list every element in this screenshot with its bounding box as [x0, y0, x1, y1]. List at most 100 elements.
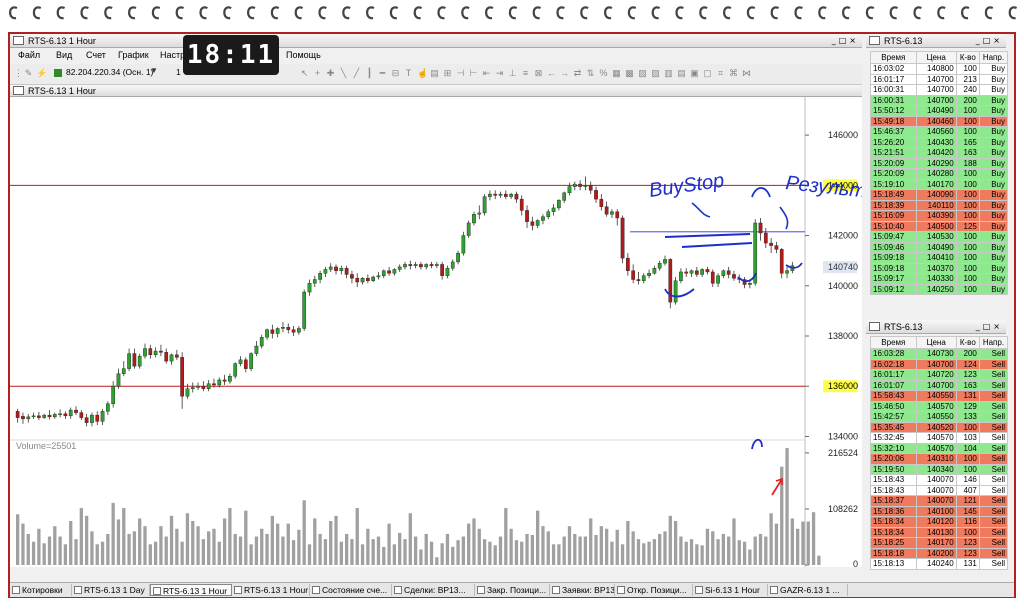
buy-table-row[interactable]: 15:20:09 140290 188 Buy: [870, 157, 1009, 169]
sell-table-row[interactable]: 15:20:06 140310 100 Sell: [870, 453, 1009, 465]
toolbar-tool-icon[interactable]: ≡: [521, 69, 530, 78]
sell-table-row[interactable]: 15:18:37 140070 121 Sell: [870, 495, 1009, 507]
chart-area[interactable]: 1340001360001380001400001420001440001460…: [10, 97, 895, 576]
toolbar-tool-icon[interactable]: ⌗: [716, 69, 725, 78]
toolbar-tool-icon[interactable]: ┃: [365, 69, 374, 78]
buy-table-row[interactable]: 15:49:18 140460 100 Buy: [870, 115, 1009, 127]
buy-table-row[interactable]: 15:46:37 140560 100 Buy: [870, 126, 1009, 138]
taskbar-item[interactable]: RTS-6.13 1 Hour: [150, 584, 232, 596]
buy-table-row[interactable]: 15:26:20 140430 165 Buy: [870, 136, 1009, 148]
menu-file[interactable]: Файл: [18, 50, 40, 60]
toolbar-tool-icon[interactable]: ⌘: [729, 69, 738, 78]
buy-table-row[interactable]: 15:18:39 140110 100 Buy: [870, 199, 1009, 211]
buy-table-controls[interactable]: _□×: [976, 34, 1003, 48]
window-controls[interactable]: _□×: [832, 34, 859, 48]
toolbar-tool-icon[interactable]: ⇥: [495, 69, 504, 78]
sell-table-row[interactable]: 15:18:34 140130 100 Sell: [870, 526, 1009, 538]
toolbar-tool-icon[interactable]: ⇤: [482, 69, 491, 78]
toolbar-tool-icon[interactable]: ⇅: [586, 69, 595, 78]
taskbar-item[interactable]: Откр. Позици...: [615, 584, 693, 596]
buy-table-row[interactable]: 15:19:10 140170 100 Buy: [870, 178, 1009, 190]
menu-help[interactable]: Помощь: [286, 50, 321, 60]
sell-table-row[interactable]: 16:01:17 140720 123 Sell: [870, 369, 1009, 381]
toolbar-tool-icon[interactable]: ⊞: [443, 69, 452, 78]
toolbar-tool-icon[interactable]: ▨: [638, 69, 647, 78]
taskbar-item[interactable]: Si-6.13 1 Hour: [693, 584, 768, 596]
sell-table-row[interactable]: 15:18:43 140070 407 Sell: [870, 484, 1009, 496]
sell-table-row[interactable]: 15:32:10 140570 104 Sell: [870, 442, 1009, 454]
buy-table-row[interactable]: 16:00:31 140700 240 Buy: [870, 84, 1009, 96]
buy-table-col-header[interactable]: Цена: [915, 51, 957, 64]
sell-table-row[interactable]: 15:18:36 140100 145 Sell: [870, 505, 1009, 517]
buy-table-col-header[interactable]: К-во: [955, 51, 980, 64]
toolbar-tool-icon[interactable]: ←: [547, 69, 556, 78]
sell-table-col-header[interactable]: К-во: [955, 336, 980, 349]
sell-table-col-header[interactable]: Цена: [915, 336, 957, 349]
toolbar-tool-icon[interactable]: ▤: [677, 69, 686, 78]
plug-icon[interactable]: ⚡: [36, 69, 47, 78]
sell-table-row[interactable]: 15:35:45 140520 100 Sell: [870, 421, 1009, 433]
buy-table-row[interactable]: 15:09:18 140370 100 Buy: [870, 262, 1009, 274]
toolbar-tool-icon[interactable]: ▦: [612, 69, 621, 78]
toolbar-tool-icon[interactable]: Т: [404, 69, 413, 78]
buy-table-row[interactable]: 15:09:47 140530 100 Buy: [870, 231, 1009, 243]
buy-table-row[interactable]: 15:09:12 140250 100 Buy: [870, 283, 1009, 295]
buy-table-row[interactable]: 15:16:09 140390 100 Buy: [870, 210, 1009, 222]
taskbar-item[interactable]: Котировки: [10, 584, 72, 596]
toolbar-tool-icon[interactable]: ▥: [664, 69, 673, 78]
buy-table-row[interactable]: 15:10:40 140500 125 Buy: [870, 220, 1009, 232]
sell-table-row[interactable]: 15:32:45 140570 103 Sell: [870, 432, 1009, 444]
sell-table-row[interactable]: 15:18:25 140170 123 Sell: [870, 537, 1009, 549]
buy-table-col-header[interactable]: Напр.: [978, 51, 1009, 64]
buy-table-titlebar[interactable]: RTS-6.13 _□×: [866, 34, 1006, 48]
sell-table-controls[interactable]: _□×: [976, 320, 1003, 334]
menu-settings[interactable]: Настр: [160, 50, 185, 60]
toolbar-tool-icon[interactable]: ↖: [300, 69, 309, 78]
toolbar-tool-icon[interactable]: ▤: [430, 69, 439, 78]
toolbar-tool-icon[interactable]: ⊟: [391, 69, 400, 78]
toolbar-tool-icon[interactable]: ⊣: [456, 69, 465, 78]
buy-table-row[interactable]: 16:00:31 140700 200 Buy: [870, 94, 1009, 106]
chart-window-titlebar[interactable]: RTS-6.13 1 Hour: [10, 85, 862, 97]
connect-icon[interactable]: ✎: [24, 69, 33, 78]
toolbar-tool-icon[interactable]: ⋈: [742, 69, 751, 78]
buy-table-row[interactable]: 15:18:49 140090 100 Buy: [870, 189, 1009, 201]
toolbar-tool-icon[interactable]: ⊠: [534, 69, 543, 78]
taskbar-item[interactable]: RTS-6.13 1 Hour: [232, 584, 310, 596]
sell-table-row[interactable]: 15:18:18 140200 123 Sell: [870, 547, 1009, 559]
toolbar-tool-icon[interactable]: +: [313, 69, 322, 78]
toolbar-tool-icon[interactable]: ⊥: [508, 69, 517, 78]
toolbar-tool-icon[interactable]: %: [599, 69, 608, 78]
buy-table-row[interactable]: 15:50:12 140490 100 Buy: [870, 105, 1009, 117]
toolbar-tool-icon[interactable]: ╱: [352, 69, 361, 78]
toolbar-tool-icon[interactable]: ▣: [690, 69, 699, 78]
sell-table-col-header[interactable]: Время: [870, 336, 917, 349]
toolbar-tool-icon[interactable]: ━: [378, 69, 387, 78]
sell-table-row[interactable]: 15:18:13 140240 131 Sell: [870, 558, 1009, 570]
buy-table-row[interactable]: 15:20:09 140280 100 Buy: [870, 168, 1009, 180]
toolbar-tool-icon[interactable]: →: [560, 69, 569, 78]
toolbar-tool-icon[interactable]: ▧: [651, 69, 660, 78]
menu-chart[interactable]: График: [118, 50, 149, 60]
buy-table-row[interactable]: 15:09:46 140490 100 Buy: [870, 241, 1009, 253]
toolbar-tool-icon[interactable]: ╲: [339, 69, 348, 78]
buy-table-row[interactable]: 16:01:17 140700 213 Buy: [870, 73, 1009, 85]
server-dropdown-icon[interactable]: ▼: [150, 66, 158, 75]
buy-table-row[interactable]: 15:09:18 140410 100 Buy: [870, 252, 1009, 264]
sell-table-row[interactable]: 15:42:57 140550 133 Sell: [870, 411, 1009, 423]
toolbar-tool-icon[interactable]: ▢: [703, 69, 712, 78]
taskbar-item[interactable]: GAZR-6.13 1 ...: [768, 584, 848, 596]
sell-table-row[interactable]: 15:18:34 140120 116 Sell: [870, 516, 1009, 528]
taskbar-item[interactable]: Закр. Позици...: [475, 584, 550, 596]
sell-table-col-header[interactable]: Напр.: [978, 336, 1009, 349]
sell-table-row[interactable]: 15:46:50 140570 129 Sell: [870, 400, 1009, 412]
taskbar-item[interactable]: Заявки: BP13...: [550, 584, 615, 596]
toolbar-tool-icon[interactable]: ⊢: [469, 69, 478, 78]
candlestick-chart[interactable]: 1340001360001380001400001420001440001460…: [10, 97, 895, 576]
toolbar-tool-icon[interactable]: ⇄: [573, 69, 582, 78]
sell-table-row[interactable]: 16:01:07 140700 163 Sell: [870, 379, 1009, 391]
buy-table-col-header[interactable]: Время: [870, 51, 917, 64]
sell-table-row[interactable]: 16:02:18 140700 124 Sell: [870, 358, 1009, 370]
taskbar-item[interactable]: Сделки: BP13...: [392, 584, 475, 596]
menu-account[interactable]: Счет: [86, 50, 106, 60]
